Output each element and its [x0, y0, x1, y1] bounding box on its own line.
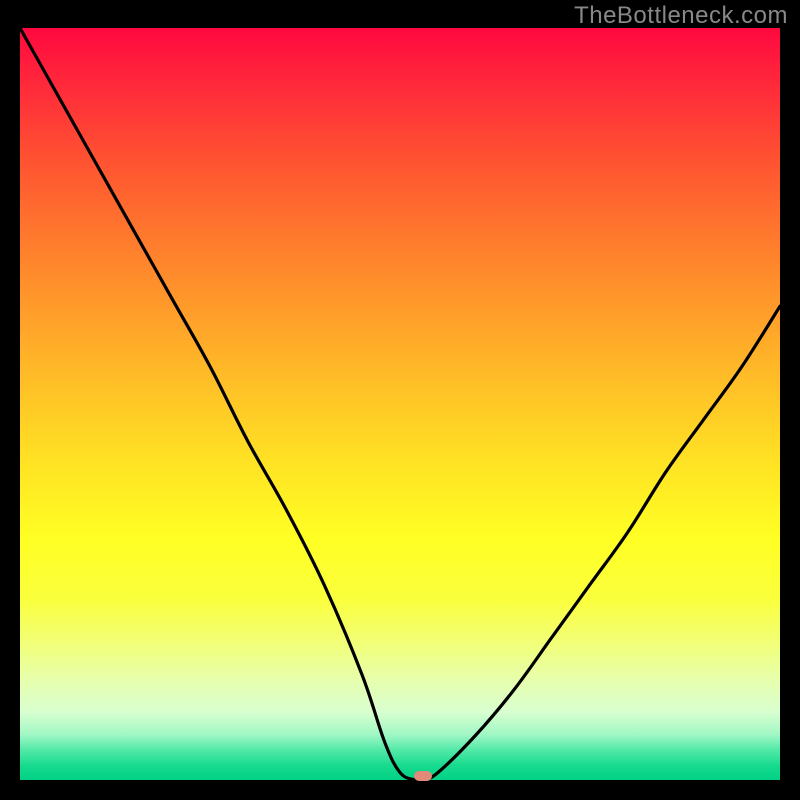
optimum-marker-icon	[414, 771, 432, 781]
watermark-text: TheBottleneck.com	[574, 2, 788, 30]
bottleneck-curve	[20, 28, 780, 780]
plot-area	[20, 28, 780, 780]
chart-container: TheBottleneck.com	[0, 0, 800, 800]
